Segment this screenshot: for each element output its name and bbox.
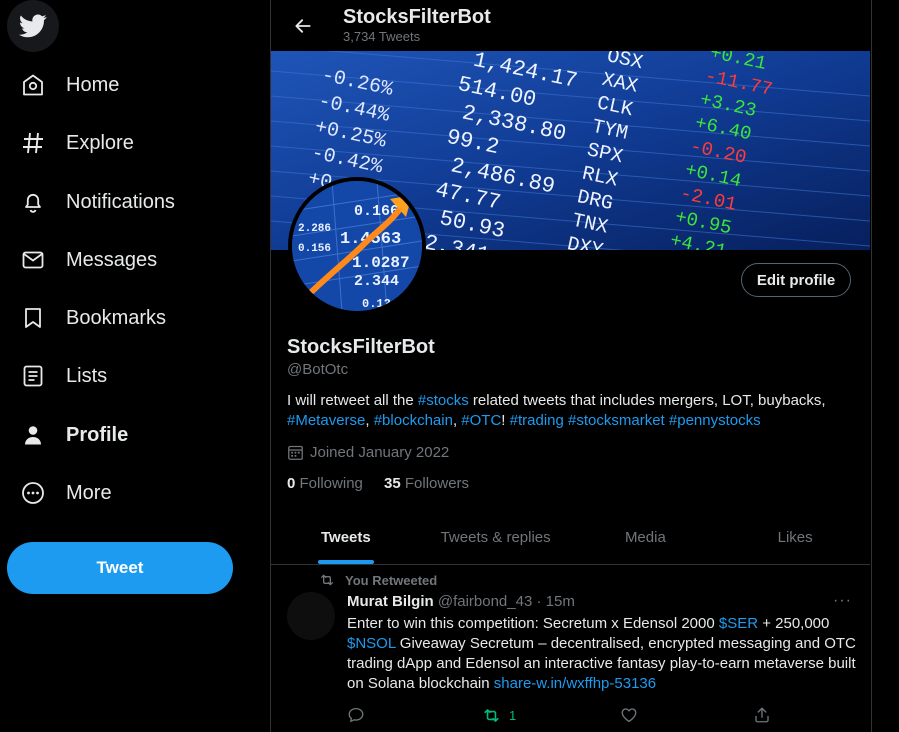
hashtag-icon <box>20 130 46 156</box>
profile-avatar[interactable]: 0.166 1.4563 0.156 2.286 2.344 1.0287 0.12 <box>288 177 426 315</box>
sidebar-item-profile[interactable]: Profile <box>8 410 140 460</box>
bio-text: related tweets that includes mergers, LO… <box>468 392 826 409</box>
tweet-text-part: Enter to win this competition: Secretum … <box>347 615 719 632</box>
sidebar-item-label: Explore <box>66 131 134 154</box>
following-link[interactable]: 0 Following <box>287 475 363 492</box>
tweet-text-part: + 250,000 <box>758 615 830 632</box>
avatar-number: 0.12 <box>362 297 391 311</box>
calendar-icon <box>288 445 303 460</box>
profile-bio: I will retweet all the #stocks related t… <box>287 391 847 431</box>
arrow-left-icon <box>295 19 311 33</box>
sidebar-item-home[interactable]: Home <box>8 60 131 110</box>
avatar-chart-image: 0.1661.45630.1562.2862.3441.02870.12 <box>292 181 422 311</box>
sidebar-item-lists[interactable]: Lists <box>8 351 119 401</box>
retweet-icon <box>321 574 333 586</box>
reply-button[interactable] <box>347 706 365 724</box>
header-title: StocksFilterBot <box>343 6 491 28</box>
followers-label: Followers <box>404 475 470 492</box>
retweet-button[interactable]: 1 <box>482 706 516 725</box>
hashtag-link[interactable]: #trading <box>510 412 564 429</box>
sidebar-item-label: Profile <box>66 423 129 446</box>
hashtag-link[interactable]: #Metaverse <box>287 412 365 429</box>
hashtag-link[interactable]: #stocksmarket <box>568 412 665 429</box>
sidebar-item-label: More <box>66 481 112 504</box>
tweet-text: Enter to win this competition: Secretum … <box>347 614 857 694</box>
edit-profile-button[interactable]: Edit profile <box>741 263 851 297</box>
profile-handle: @BotOtc <box>287 361 349 378</box>
avatar-number: 0.156 <box>298 243 331 255</box>
hashtag-link[interactable]: #OTC <box>461 412 501 429</box>
joined-date: Joined January 2022 <box>287 444 449 461</box>
cashtag-link[interactable]: $NSOL <box>347 635 396 652</box>
tweet-handle-time: @fairbond_43 · 15m <box>437 593 575 610</box>
twitter-logo[interactable] <box>7 0 59 52</box>
heart-icon <box>621 708 637 723</box>
tweet-header: Murat Bilgin @fairbond_43 · 15m <box>347 593 575 610</box>
back-button[interactable] <box>287 10 319 42</box>
avatar-number: 2.344 <box>354 273 399 290</box>
followers-count: 35 <box>384 475 401 492</box>
envelope-icon <box>20 247 46 273</box>
more-circle-icon <box>20 480 46 506</box>
sidebar-item-label: Messages <box>66 248 158 271</box>
header-tweet-count: 3,734 Tweets <box>343 29 421 44</box>
bio-text: ! <box>501 412 510 429</box>
avatar-number: 1.0287 <box>352 254 410 272</box>
tweet-author-avatar[interactable] <box>287 592 335 640</box>
profile-tabs: Tweets Tweets & replies Media Likes <box>271 510 870 565</box>
retweet-context-label: You Retweeted <box>345 572 438 588</box>
hashtag-link[interactable]: #pennystocks <box>669 412 761 429</box>
tweet-author-name[interactable]: Murat Bilgin <box>347 593 434 610</box>
joined-text: Joined January 2022 <box>310 444 450 461</box>
retweet-context: You Retweeted <box>319 572 437 588</box>
tab-media[interactable]: Media <box>571 510 721 564</box>
retweet-count: 1 <box>509 708 517 723</box>
sidebar-item-more[interactable]: More <box>8 468 124 518</box>
bio-text: , <box>365 412 374 429</box>
bird-icon <box>19 14 47 38</box>
bio-text: I will retweet all the <box>287 392 418 409</box>
like-button[interactable] <box>620 706 638 724</box>
profile-name: StocksFilterBot <box>287 336 435 358</box>
bookmark-icon <box>20 305 46 331</box>
list-icon <box>20 363 46 389</box>
tweet-link[interactable]: share-w.in/wxffhp-53136 <box>494 675 656 692</box>
sidebar-item-notifications[interactable]: Notifications <box>8 177 187 227</box>
tab-tweets[interactable]: Tweets <box>271 510 421 564</box>
avatar-number: 2.286 <box>298 223 331 235</box>
sidebar-item-bookmarks[interactable]: Bookmarks <box>8 293 178 343</box>
sidebar-item-label: Notifications <box>66 190 175 213</box>
tweet-button[interactable]: Tweet <box>7 542 233 594</box>
share-button[interactable] <box>753 706 771 724</box>
following-count: 0 <box>287 475 296 492</box>
share-icon <box>755 707 769 723</box>
reply-icon <box>348 707 364 723</box>
retweet-action-icon <box>484 709 499 722</box>
bell-icon <box>20 189 46 215</box>
cashtag-link[interactable]: $SER <box>719 615 758 632</box>
home-icon <box>20 72 46 98</box>
sidebar-item-label: Home <box>66 73 120 96</box>
following-label: Following <box>299 475 363 492</box>
followers-link[interactable]: 35 Followers <box>384 475 469 492</box>
sidebar-item-label: Lists <box>66 364 108 387</box>
hashtag-link[interactable]: #blockchain <box>374 412 453 429</box>
sidebar-item-explore[interactable]: Explore <box>8 118 146 168</box>
hashtag-link[interactable]: #stocks <box>418 392 469 409</box>
tab-tweets-replies[interactable]: Tweets & replies <box>421 510 571 564</box>
person-icon <box>20 422 46 448</box>
profile-column: StocksFilterBot 3,734 Tweets -0.26% -0.44… <box>270 0 872 732</box>
sidebar-item-label: Bookmarks <box>66 306 167 329</box>
tab-likes[interactable]: Likes <box>720 510 870 564</box>
tweet-more-button[interactable]: ··· <box>833 592 852 610</box>
sidebar-item-messages[interactable]: Messages <box>8 235 169 285</box>
